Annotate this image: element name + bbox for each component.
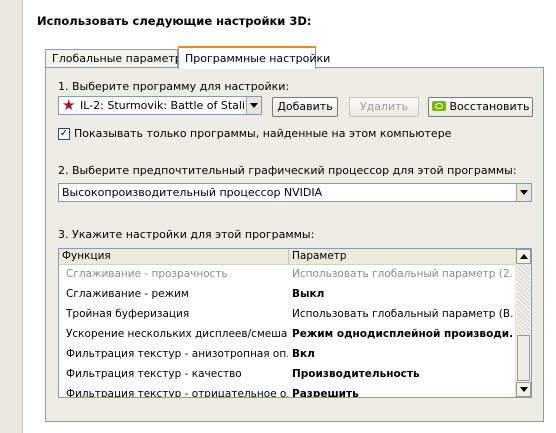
table-row[interactable]: Сглаживание - режим Выкл	[59, 284, 516, 304]
row-function: Сглаживание - режим	[66, 288, 189, 300]
row-parameter: Вкл	[292, 348, 315, 360]
show-only-installed-checkbox[interactable]: ✓	[58, 128, 70, 140]
grid-scrollbar[interactable]	[515, 249, 531, 397]
row-function: Сглаживание - прозрачность	[66, 268, 228, 280]
row-function: Фильтрация текстур - качество	[66, 368, 242, 380]
row-function: Ускорение нескольких дисплеев/смеша...	[66, 328, 288, 340]
table-row[interactable]: Фильтрация текстур - анизотропная оп... …	[59, 344, 516, 364]
scroll-thumb[interactable]	[517, 335, 530, 381]
row-function: Фильтрация текстур - анизотропная оп...	[66, 348, 288, 360]
table-row[interactable]: Тройная буферизация Использовать глобаль…	[59, 304, 516, 324]
row-function: Фильтрация текстур - отрицательное о...	[66, 388, 288, 398]
grid-header: Функция Параметр	[59, 249, 516, 265]
row-parameter: Выкл	[292, 288, 325, 300]
program-dropdown-button[interactable]	[246, 97, 261, 114]
program-select-value: IL-2: Sturmovik: Battle of Stalin...	[80, 99, 262, 112]
table-row[interactable]: Фильтрация текстур - отрицательное о... …	[59, 384, 516, 398]
chevron-down-icon	[250, 103, 258, 108]
row-parameter: Производительность	[292, 368, 420, 380]
row-parameter: Использовать глобальный параметр (2...	[292, 268, 514, 280]
row-parameter: Использовать глобальный параметр (В...	[292, 308, 514, 320]
column-header-function[interactable]: Функция	[59, 249, 289, 264]
page-title: Использовать следующие настройки 3D:	[37, 14, 312, 28]
chevron-down-icon	[520, 190, 528, 195]
chevron-up-icon	[519, 254, 528, 259]
star-icon: ★	[62, 96, 76, 114]
settings-grid: Функция Параметр Сглаживание - прозрачно…	[58, 248, 532, 398]
table-row[interactable]: Фильтрация текстур - качество Производит…	[59, 364, 516, 384]
step3-label: 3. Укажите настройки для этой программы:	[58, 228, 315, 241]
table-row[interactable]: Сглаживание - прозрачность Использовать …	[59, 264, 516, 284]
program-select[interactable]: ★ IL-2: Sturmovik: Battle of Stalin...	[58, 96, 262, 115]
gpu-select[interactable]: Высокопроизводительный процессор NVIDIA	[58, 183, 532, 202]
row-function: Тройная буферизация	[66, 308, 190, 320]
add-program-button[interactable]: Добавить	[272, 97, 338, 117]
column-header-parameter[interactable]: Параметр	[289, 249, 516, 264]
table-row[interactable]: Ускорение нескольких дисплеев/смеша... Р…	[59, 324, 516, 344]
show-only-installed-label: Показывать только программы, найденные н…	[74, 127, 452, 140]
step2-label: 2. Выберите предпочтительный графический…	[58, 164, 517, 177]
restore-button[interactable]: Восстановить	[428, 97, 533, 117]
scroll-down-button[interactable]	[516, 382, 531, 397]
scroll-track[interactable]	[517, 264, 530, 335]
tab-global-settings[interactable]: Глобальные параметры	[45, 49, 190, 68]
tab-program-settings[interactable]: Программные настройки	[178, 46, 330, 69]
row-parameter: Режим однодисплейной производи...	[292, 328, 514, 340]
scroll-up-button[interactable]	[516, 249, 531, 264]
nvidia-icon	[431, 101, 446, 111]
remove-program-button[interactable]: Удалить	[349, 97, 419, 117]
row-parameter: Разрешить	[292, 388, 359, 398]
step1-label: 1. Выберите программу для настройки:	[58, 80, 290, 93]
chevron-down-icon	[519, 387, 528, 392]
window-left-frame	[0, 0, 23, 433]
gpu-select-value: Высокопроизводительный процессор NVIDIA	[62, 186, 323, 199]
restore-button-label: Восстановить	[449, 100, 530, 113]
gpu-dropdown-button[interactable]	[516, 184, 531, 201]
